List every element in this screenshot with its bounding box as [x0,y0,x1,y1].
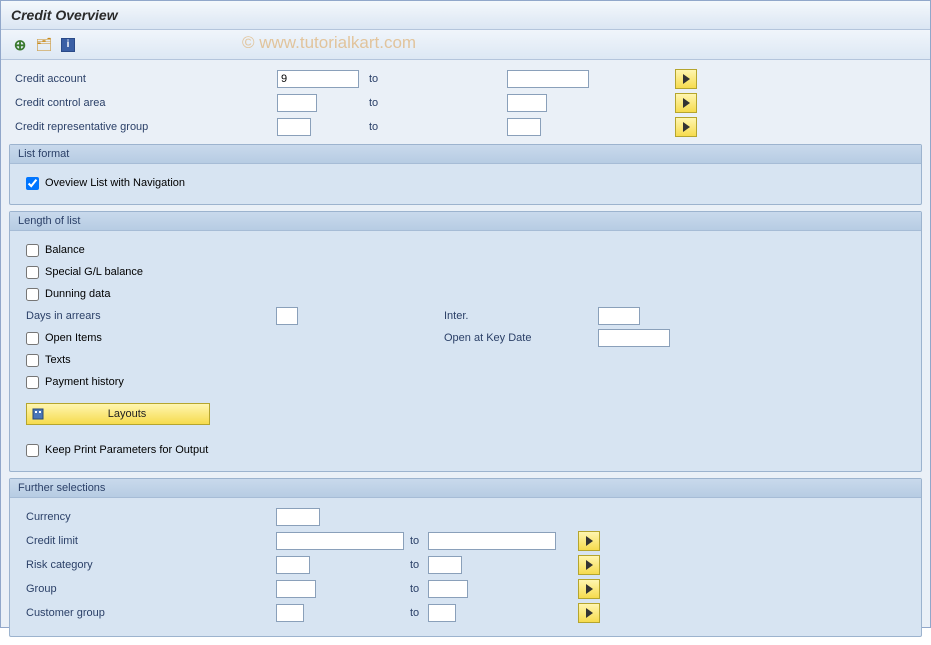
row-credit-rep-group: Credit representative group to [9,116,922,138]
variant-icon: 🗂 [36,37,53,53]
special-gl-checkbox[interactable] [26,266,39,279]
customer-group-from-input[interactable] [276,604,304,622]
credit-control-area-to-input[interactable] [507,94,547,112]
layouts-icon [31,408,45,420]
special-gl-label: Special G/L balance [45,266,143,278]
to-label-credit-account: to [359,73,507,85]
credit-account-to-input[interactable] [507,70,589,88]
multiple-selection-button[interactable] [675,117,697,137]
label-credit-rep-group: Credit representative group [9,121,277,133]
balance-checkbox[interactable] [26,244,39,257]
layouts-button-label: Layouts [45,408,209,420]
multiple-selection-button[interactable] [578,603,600,623]
credit-control-area-from-input[interactable] [277,94,317,112]
payment-history-checkbox[interactable] [26,376,39,389]
get-variant-button[interactable]: 🗂 [33,35,55,55]
credit-rep-group-from-input[interactable] [277,118,311,136]
app-frame: Credit Overview ⊕ 🗂 i © www.tutorialkart… [0,0,931,628]
group-title-list-format: List format [10,145,921,164]
content-area: Credit account to Credit control area to… [1,60,930,645]
multiple-selection-button[interactable] [578,555,600,575]
group-label: Group [20,583,276,595]
arrow-right-icon [586,560,593,570]
dunning-checkbox[interactable] [26,288,39,301]
credit-account-from-input[interactable] [277,70,359,88]
currency-label: Currency [20,511,276,523]
arrow-right-icon [683,98,690,108]
risk-category-to-input[interactable] [428,556,462,574]
group-from-input[interactable] [276,580,316,598]
balance-label: Balance [45,244,85,256]
arrow-right-icon [683,122,690,132]
page-title: Credit Overview [1,1,930,30]
days-in-arrears-label: Days in arrears [20,310,276,322]
risk-category-label: Risk category [20,559,276,571]
credit-limit-from-input[interactable] [276,532,404,550]
multiple-selection-button[interactable] [675,69,697,89]
risk-category-from-input[interactable] [276,556,310,574]
group-to-input[interactable] [428,580,468,598]
multiple-selection-button[interactable] [578,531,600,551]
group-length-of-list: Length of list Balance Special G/L balan… [9,211,922,472]
open-at-key-date-input[interactable] [598,329,670,347]
to-label: to [404,559,428,571]
credit-limit-to-input[interactable] [428,532,556,550]
open-at-key-date-label: Open at Key Date [440,332,598,344]
label-credit-control-area: Credit control area [9,97,277,109]
arrow-right-icon [586,608,593,618]
dunning-label: Dunning data [45,288,110,300]
credit-limit-label: Credit limit [20,535,276,547]
customer-group-label: Customer group [20,607,276,619]
execute-icon: ⊕ [14,36,27,54]
overview-nav-checkbox[interactable] [26,177,39,190]
arrow-right-icon [683,74,690,84]
overview-nav-label: Oveview List with Navigation [45,177,185,189]
keep-print-checkbox[interactable] [26,444,39,457]
group-title-further-selections: Further selections [10,479,921,498]
group-title-length-of-list: Length of list [10,212,921,231]
payment-history-label: Payment history [45,376,124,388]
to-label-credit-control-area: to [359,97,507,109]
open-items-label: Open Items [45,332,102,344]
multiple-selection-button[interactable] [675,93,697,113]
to-label: to [404,535,428,547]
keep-print-label: Keep Print Parameters for Output [45,444,208,456]
arrow-right-icon [586,536,593,546]
toolbar: ⊕ 🗂 i [1,30,930,60]
to-label: to [404,583,428,595]
credit-rep-group-to-input[interactable] [507,118,541,136]
group-further-selections: Further selections Currency Credit limit… [9,478,922,637]
days-in-arrears-input[interactable] [276,307,298,325]
group-list-format: List format Oveview List with Navigation [9,144,922,205]
texts-checkbox[interactable] [26,354,39,367]
multiple-selection-button[interactable] [578,579,600,599]
inter-input[interactable] [598,307,640,325]
layouts-button[interactable]: Layouts [26,403,210,425]
currency-input[interactable] [276,508,320,526]
execute-button[interactable]: ⊕ [9,35,31,55]
row-credit-control-area: Credit control area to [9,92,922,114]
to-label: to [404,607,428,619]
inter-label: Inter. [440,310,598,322]
label-credit-account: Credit account [9,73,277,85]
info-button[interactable]: i [57,35,79,55]
open-items-checkbox[interactable] [26,332,39,345]
info-icon: i [61,38,75,52]
to-label-credit-rep-group: to [359,121,507,133]
customer-group-to-input[interactable] [428,604,456,622]
arrow-right-icon [586,584,593,594]
row-credit-account: Credit account to [9,68,922,90]
texts-label: Texts [45,354,71,366]
